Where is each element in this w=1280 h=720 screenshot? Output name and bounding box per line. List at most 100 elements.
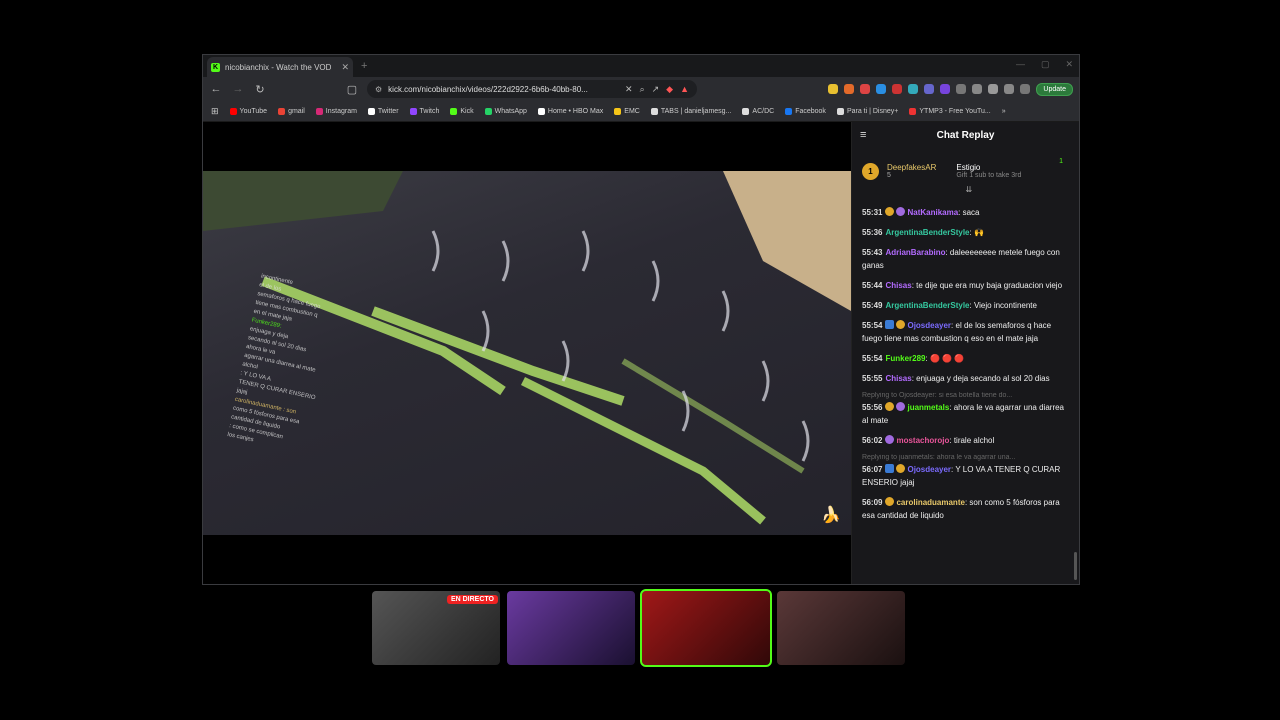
bookmark-whatsapp[interactable]: WhatsApp <box>484 107 527 115</box>
chat-message[interactable]: 55:44 Chisas: te dije que era muy baja gr… <box>862 279 1069 292</box>
thumbnail-3[interactable] <box>640 589 772 667</box>
message-user[interactable]: Funker289 <box>885 354 925 363</box>
sub-badge-icon <box>885 402 895 411</box>
mute-icon[interactable]: ✕ <box>625 84 633 95</box>
message-user[interactable]: ArgentinaBenderStyle <box>885 228 969 237</box>
close-tab-icon[interactable]: ✕ <box>341 62 349 73</box>
bookmark-label: Home • HBO Max <box>547 107 604 115</box>
address-bar[interactable]: ⚙ kick.com/nicobianchix/videos/222d2922-… <box>367 80 697 98</box>
collapse-chat-icon[interactable]: ≡ <box>860 129 866 141</box>
emc-icon <box>614 107 622 115</box>
message-user[interactable]: Ojosdeayer <box>907 321 951 330</box>
rewards-icon[interactable]: ▲ <box>680 84 689 95</box>
vpn-icon[interactable] <box>1020 84 1031 94</box>
minimize-button[interactable]: — <box>1016 59 1025 70</box>
extension-icon[interactable] <box>892 84 903 94</box>
forward-icon[interactable]: → <box>231 83 245 95</box>
thumbnail-1[interactable]: EN DIRECTO <box>372 591 500 665</box>
back-icon[interactable]: ← <box>209 83 223 95</box>
chat-message[interactable]: 55:31 NatKanikama: saca <box>862 206 1069 219</box>
bookmark-label: Instagram <box>325 107 357 115</box>
bookmark-kick[interactable]: Kick <box>450 107 474 115</box>
chat-message[interactable]: 55:36 ArgentinaBenderStyle: 🙌 <box>862 226 1069 239</box>
extension-icon[interactable] <box>908 84 919 94</box>
extensions-bar: Update <box>828 82 1073 96</box>
sidebar-icon[interactable] <box>988 84 999 94</box>
apps-grid-icon[interactable]: ⊞ <box>211 106 219 117</box>
message-text: : saca <box>958 208 980 217</box>
maximize-button[interactable]: ▢ <box>1041 59 1050 70</box>
message-user[interactable]: mostachorojo <box>896 436 949 445</box>
video-player[interactable]: incontinente el de los semaforos q hace … <box>203 122 851 584</box>
message-user[interactable]: AdrianBarabino <box>885 248 945 257</box>
chat-message[interactable]: 56:02 mostachorojo: tirale alchol <box>862 434 1069 447</box>
bookmark-tabs[interactable]: TABS | danieljamesg... <box>650 107 731 115</box>
site-info-icon[interactable]: ⚙ <box>375 85 382 94</box>
bookmark-disney[interactable]: Para ti | Disney+ <box>836 107 898 115</box>
brave-shield-icon[interactable]: ◆ <box>666 84 673 95</box>
more-bookmarks-icon[interactable]: » <box>1002 108 1006 115</box>
chat-message[interactable]: 55:54 Funker289: 🔴 🔴 🔴 <box>862 352 1069 365</box>
bookmark-instagram[interactable]: Instagram <box>315 107 357 115</box>
window-controls: — ▢ ✕ <box>1016 59 1073 70</box>
thumbnail-4[interactable] <box>777 591 905 665</box>
puzzle-icon[interactable] <box>956 84 967 94</box>
thumbnail-2[interactable] <box>507 591 635 665</box>
reply-context[interactable]: Replying to Ojosdeayer: si esa botella t… <box>862 392 1069 399</box>
bookmark-label: gmail <box>288 107 305 115</box>
tabs-icon <box>650 107 658 115</box>
extension-icon[interactable] <box>860 84 871 94</box>
media-icon[interactable] <box>972 84 983 94</box>
extension-icon[interactable] <box>876 84 887 94</box>
chat-message[interactable]: 55:56 juanmetals: ahora le va agarrar una… <box>862 401 1069 427</box>
bookmark-facebook[interactable]: Facebook <box>785 107 826 115</box>
share-icon[interactable]: ↗ <box>652 84 660 95</box>
chat-message[interactable]: 55:55 Chisas: enjuaga y deja secando al s… <box>862 372 1069 385</box>
leaderboard-entry-1[interactable]: DeepfakesAR 5 <box>887 163 936 179</box>
chat-message[interactable]: 56:07 Ojosdeayer: Y LO VA A TENER Q CURAR… <box>862 463 1069 489</box>
bookmark-gmail[interactable]: gmail <box>278 107 305 115</box>
message-user[interactable]: carolinaduamante <box>896 498 964 507</box>
new-tab-button[interactable]: + <box>361 60 367 72</box>
bookmark-emc[interactable]: EMC <box>614 107 640 115</box>
folder-icon <box>742 107 750 115</box>
message-user[interactable]: Chisas <box>885 281 911 290</box>
leaderboard-entry-2[interactable]: Estigio Gift 1 sub to take 3rd <box>956 163 1026 180</box>
chat-message[interactable]: 55:43 AdrianBarabino: daleeeeeeee metele … <box>862 246 1069 272</box>
chat-scrollbar[interactable] <box>1074 552 1077 580</box>
chat-message[interactable]: 56:09 carolinaduamante: son como 5 fósfor… <box>862 496 1069 522</box>
leader-count: 5 <box>887 172 891 179</box>
extension-icon[interactable] <box>940 84 951 94</box>
bookmark-hbo[interactable]: Home • HBO Max <box>537 107 604 115</box>
message-user[interactable]: ArgentinaBenderStyle <box>885 301 969 310</box>
bookmark-label: YouTube <box>239 107 268 115</box>
extension-icon[interactable] <box>924 84 935 94</box>
reload-icon[interactable]: ↻ <box>253 83 267 96</box>
extension-icon[interactable] <box>828 84 839 94</box>
message-user[interactable]: NatKanikama <box>907 208 958 217</box>
message-user[interactable]: Chisas <box>885 374 911 383</box>
chat-message[interactable]: 55:49 ArgentinaBenderStyle: Viejo inconti… <box>862 299 1069 312</box>
wallet-icon[interactable] <box>1004 84 1015 94</box>
leader-name: DeepfakesAR <box>887 163 937 172</box>
message-user[interactable]: juanmetals <box>907 403 949 412</box>
bookmark-ytmp3[interactable]: YTMP3 - Free YouTu... <box>909 107 991 115</box>
youtube-icon <box>229 107 237 115</box>
video-frame[interactable]: incontinente el de los semaforos q hace … <box>203 171 851 535</box>
bookmark-youtube[interactable]: YouTube <box>229 107 268 115</box>
bookmark-icon[interactable]: ▢ <box>345 83 359 96</box>
tab-active[interactable]: K nicobianchix - Watch the VOD ✕ <box>207 57 353 77</box>
extension-icon[interactable] <box>844 84 855 94</box>
reply-context[interactable]: Replying to juanmetals: ahora le va agar… <box>862 454 1069 461</box>
message-user[interactable]: Ojosdeayer <box>907 465 951 474</box>
message-time: 55:31 <box>862 208 883 217</box>
zoom-icon[interactable]: ⌕ <box>640 84 645 95</box>
bookmark-twitter[interactable]: Twitter <box>367 107 399 115</box>
chat-message[interactable]: 55:54 Ojosdeayer: el de los semaforos q h… <box>862 319 1069 345</box>
bookmark-acdc[interactable]: AC/DC <box>742 107 774 115</box>
bookmark-twitch[interactable]: Twitch <box>409 107 439 115</box>
update-button[interactable]: Update <box>1036 82 1073 96</box>
message-text: : 🙌 <box>969 228 984 237</box>
close-window-button[interactable]: ✕ <box>1065 59 1073 70</box>
expand-pin-icon[interactable]: ⇊ <box>966 185 973 194</box>
